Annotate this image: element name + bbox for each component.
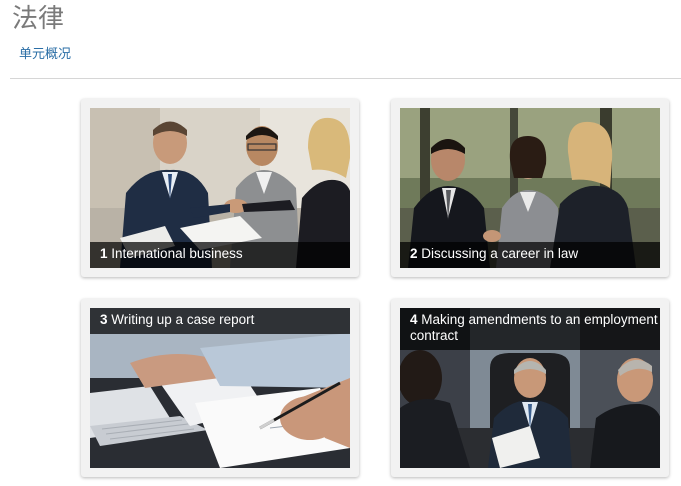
unit-card-1[interactable]: 1 International business [81,99,359,277]
card-title: International business [111,246,243,261]
card-image-employment-contract: 4 Making amendments to an employment con… [400,308,660,468]
unit-card-4[interactable]: 4 Making amendments to an employment con… [391,299,669,477]
header-divider [10,78,681,79]
card-number: 4 [410,312,418,327]
card-title: Discussing a career in law [421,246,579,261]
card-number: 2 [410,246,418,261]
card-caption: 3 Writing up a case report [90,308,350,334]
unit-card-2[interactable]: 2 Discussing a career in law [391,99,669,277]
card-image-career-in-law: 2 Discussing a career in law [400,108,660,268]
card-number: 3 [100,312,108,327]
card-caption: 2 Discussing a career in law [400,242,660,268]
card-image-case-report: 3 Writing up a case report [90,308,350,468]
card-caption: 4 Making amendments to an employment con… [400,308,660,350]
card-title: Writing up a case report [111,312,255,327]
card-title: Making amendments to an employment contr… [410,312,658,343]
card-number: 1 [100,246,108,261]
unit-card-3[interactable]: 3 Writing up a case report [81,299,359,477]
card-image-international-business: 1 International business [90,108,350,268]
card-caption: 1 International business [90,242,350,268]
page-title: 法律 [12,4,65,34]
unit-overview-link[interactable]: 单元概况 [19,43,71,62]
